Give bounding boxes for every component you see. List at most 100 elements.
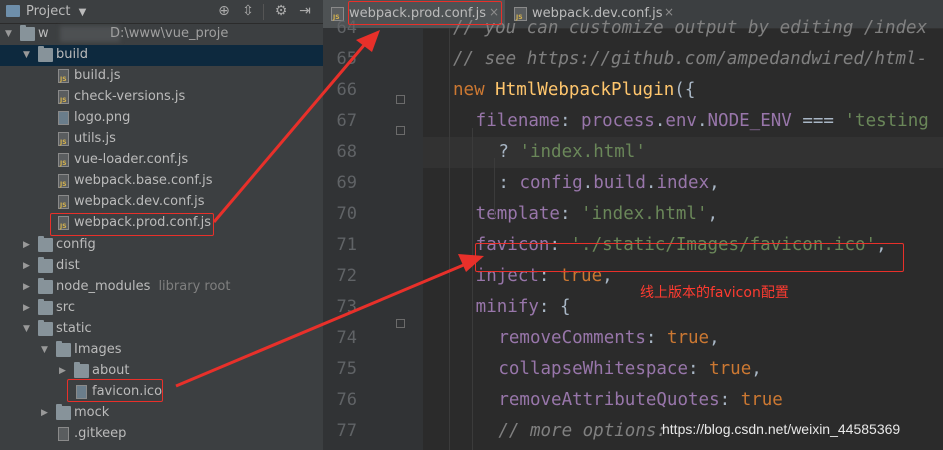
line-number: 69 <box>336 173 357 193</box>
code-token: , <box>751 359 762 379</box>
code-token: . <box>645 173 657 193</box>
tree-item-label: vue-loader.conf.js <box>74 152 189 168</box>
code-token: true <box>740 390 783 410</box>
code-token: NODE_ENV <box>707 111 792 131</box>
chevron-down-icon[interactable]: ▼ <box>23 323 33 334</box>
line-number: 67 <box>336 111 357 131</box>
code-token: removeComments <box>498 328 646 348</box>
highlight-box-prod-file <box>50 213 214 236</box>
code-token: : <box>719 390 741 410</box>
code-token: build <box>593 173 646 193</box>
line-number: 77 <box>336 421 357 441</box>
project-view-icon[interactable] <box>6 5 20 17</box>
fold-marker-icon[interactable] <box>396 95 405 104</box>
code-token: , <box>709 173 720 193</box>
tree-item[interactable]: build.js <box>0 66 323 87</box>
tree-item[interactable]: ▶ src <box>0 298 323 319</box>
tree-item[interactable]: utils.js <box>0 129 323 150</box>
tree-item-label: logo.png <box>74 110 131 126</box>
code-line[interactable]: // see https://github.com/ampedandwired/… <box>423 44 943 75</box>
toolbar-divider <box>263 4 264 20</box>
code-line[interactable]: collapseWhitespace: true, <box>423 354 943 385</box>
code-token: minify <box>475 297 539 317</box>
line-number: 68 <box>336 142 357 162</box>
tree-item[interactable]: ▶ config <box>0 235 323 256</box>
code-token: , <box>707 204 719 224</box>
locate-icon[interactable]: ⊕ <box>216 3 232 19</box>
chevron-right-icon[interactable]: ▶ <box>23 302 33 313</box>
tree-item[interactable]: vue-loader.conf.js <box>0 150 323 171</box>
project-toolbar: Project ▼ ⊕ ⇳ ⚙ ⇥ <box>0 0 323 24</box>
code-token: : <box>559 204 582 224</box>
chevron-right-icon[interactable]: ▶ <box>23 260 33 271</box>
code-line[interactable]: new HtmlWebpackPlugin({ <box>423 75 943 106</box>
tree-item-label: build <box>56 47 88 63</box>
code-view[interactable]: // you can customize output by editing /… <box>423 18 943 450</box>
code-token: 'index.html' <box>581 204 708 224</box>
code-line[interactable]: : config.build.index, <box>423 168 943 199</box>
code-line[interactable]: filename: process.env.NODE_ENV === 'test… <box>423 106 943 137</box>
chevron-down-icon[interactable]: ▼ <box>41 344 51 355</box>
tree-item[interactable]: check-versions.js <box>0 87 323 108</box>
tree-item[interactable]: .gitkeep <box>0 424 323 445</box>
tree-item-label: src <box>56 299 75 315</box>
tree-item[interactable]: ▶ node_modules library root <box>0 277 323 298</box>
tree-item-label: Images <box>74 341 122 357</box>
image-file-icon <box>58 111 69 126</box>
annotation-note: 线上版本的favicon配置 <box>640 285 789 301</box>
js-file-icon <box>58 69 69 84</box>
js-file-icon <box>58 174 69 189</box>
collapse-all-icon[interactable]: ⇳ <box>240 3 256 19</box>
tree-item[interactable]: webpack.dev.conf.js <box>0 192 323 213</box>
project-title: Project <box>26 4 71 19</box>
tree-item[interactable]: ▶ dist <box>0 256 323 277</box>
tree-item-label: webpack.base.conf.js <box>74 173 213 189</box>
code-token: // more options: <box>498 421 667 441</box>
tree-item-label: mock <box>74 404 110 420</box>
hide-panel-icon[interactable]: ⇥ <box>297 3 313 19</box>
code-token: : { <box>538 297 571 317</box>
tree-root[interactable]: ▼ w D:\www\vue_proje <box>0 24 323 45</box>
line-number: 74 <box>336 328 357 348</box>
folder-icon <box>38 46 53 63</box>
tree-root-label: w <box>38 26 49 41</box>
tree-item[interactable]: webpack.base.conf.js <box>0 171 323 192</box>
highlight-box-favicon-line <box>475 243 904 272</box>
code-token: : <box>559 111 582 131</box>
code-token: ({ <box>674 80 696 100</box>
code-line[interactable]: removeComments: true, <box>423 323 943 354</box>
code-line[interactable]: ? 'index.html' <box>423 137 943 168</box>
file-icon <box>58 426 69 441</box>
chevron-down-icon[interactable]: ▼ <box>5 28 15 39</box>
project-view-selector[interactable]: Project ▼ <box>26 4 86 19</box>
code-token: ? <box>498 142 520 162</box>
code-line[interactable]: template: 'index.html', <box>423 199 943 230</box>
code-token: new <box>453 80 496 100</box>
line-number: 76 <box>336 390 357 410</box>
js-file-icon <box>58 195 69 210</box>
code-token: , <box>709 328 720 348</box>
gear-icon[interactable]: ⚙ <box>273 3 289 19</box>
code-line[interactable]: removeAttributeQuotes: true <box>423 385 943 416</box>
tree-item[interactable]: ▼ static <box>0 319 323 340</box>
chevron-down-icon[interactable]: ▼ <box>23 49 33 60</box>
code-token: template <box>475 204 560 224</box>
code-token: process <box>581 111 655 131</box>
line-number: 73 <box>336 297 357 317</box>
tree-item[interactable]: ▼ build <box>0 45 323 67</box>
folder-icon <box>38 235 53 252</box>
tree-item[interactable]: logo.png <box>0 108 323 129</box>
tree-item-label: dist <box>56 257 80 273</box>
code-token: : <box>688 359 710 379</box>
fold-marker-icon[interactable] <box>396 126 405 135</box>
tree-item[interactable]: ▶ mock <box>0 403 323 424</box>
folder-icon <box>38 298 53 315</box>
chevron-right-icon[interactable]: ▶ <box>23 281 33 292</box>
chevron-right-icon[interactable]: ▶ <box>59 365 69 376</box>
code-token: // see https://github.com/ampedandwired/… <box>453 49 928 69</box>
tree-item[interactable]: ▼ Images <box>0 340 323 361</box>
fold-marker-icon[interactable] <box>396 319 405 328</box>
tree-item-label: static <box>56 320 92 336</box>
chevron-right-icon[interactable]: ▶ <box>41 407 51 418</box>
chevron-right-icon[interactable]: ▶ <box>23 239 33 250</box>
